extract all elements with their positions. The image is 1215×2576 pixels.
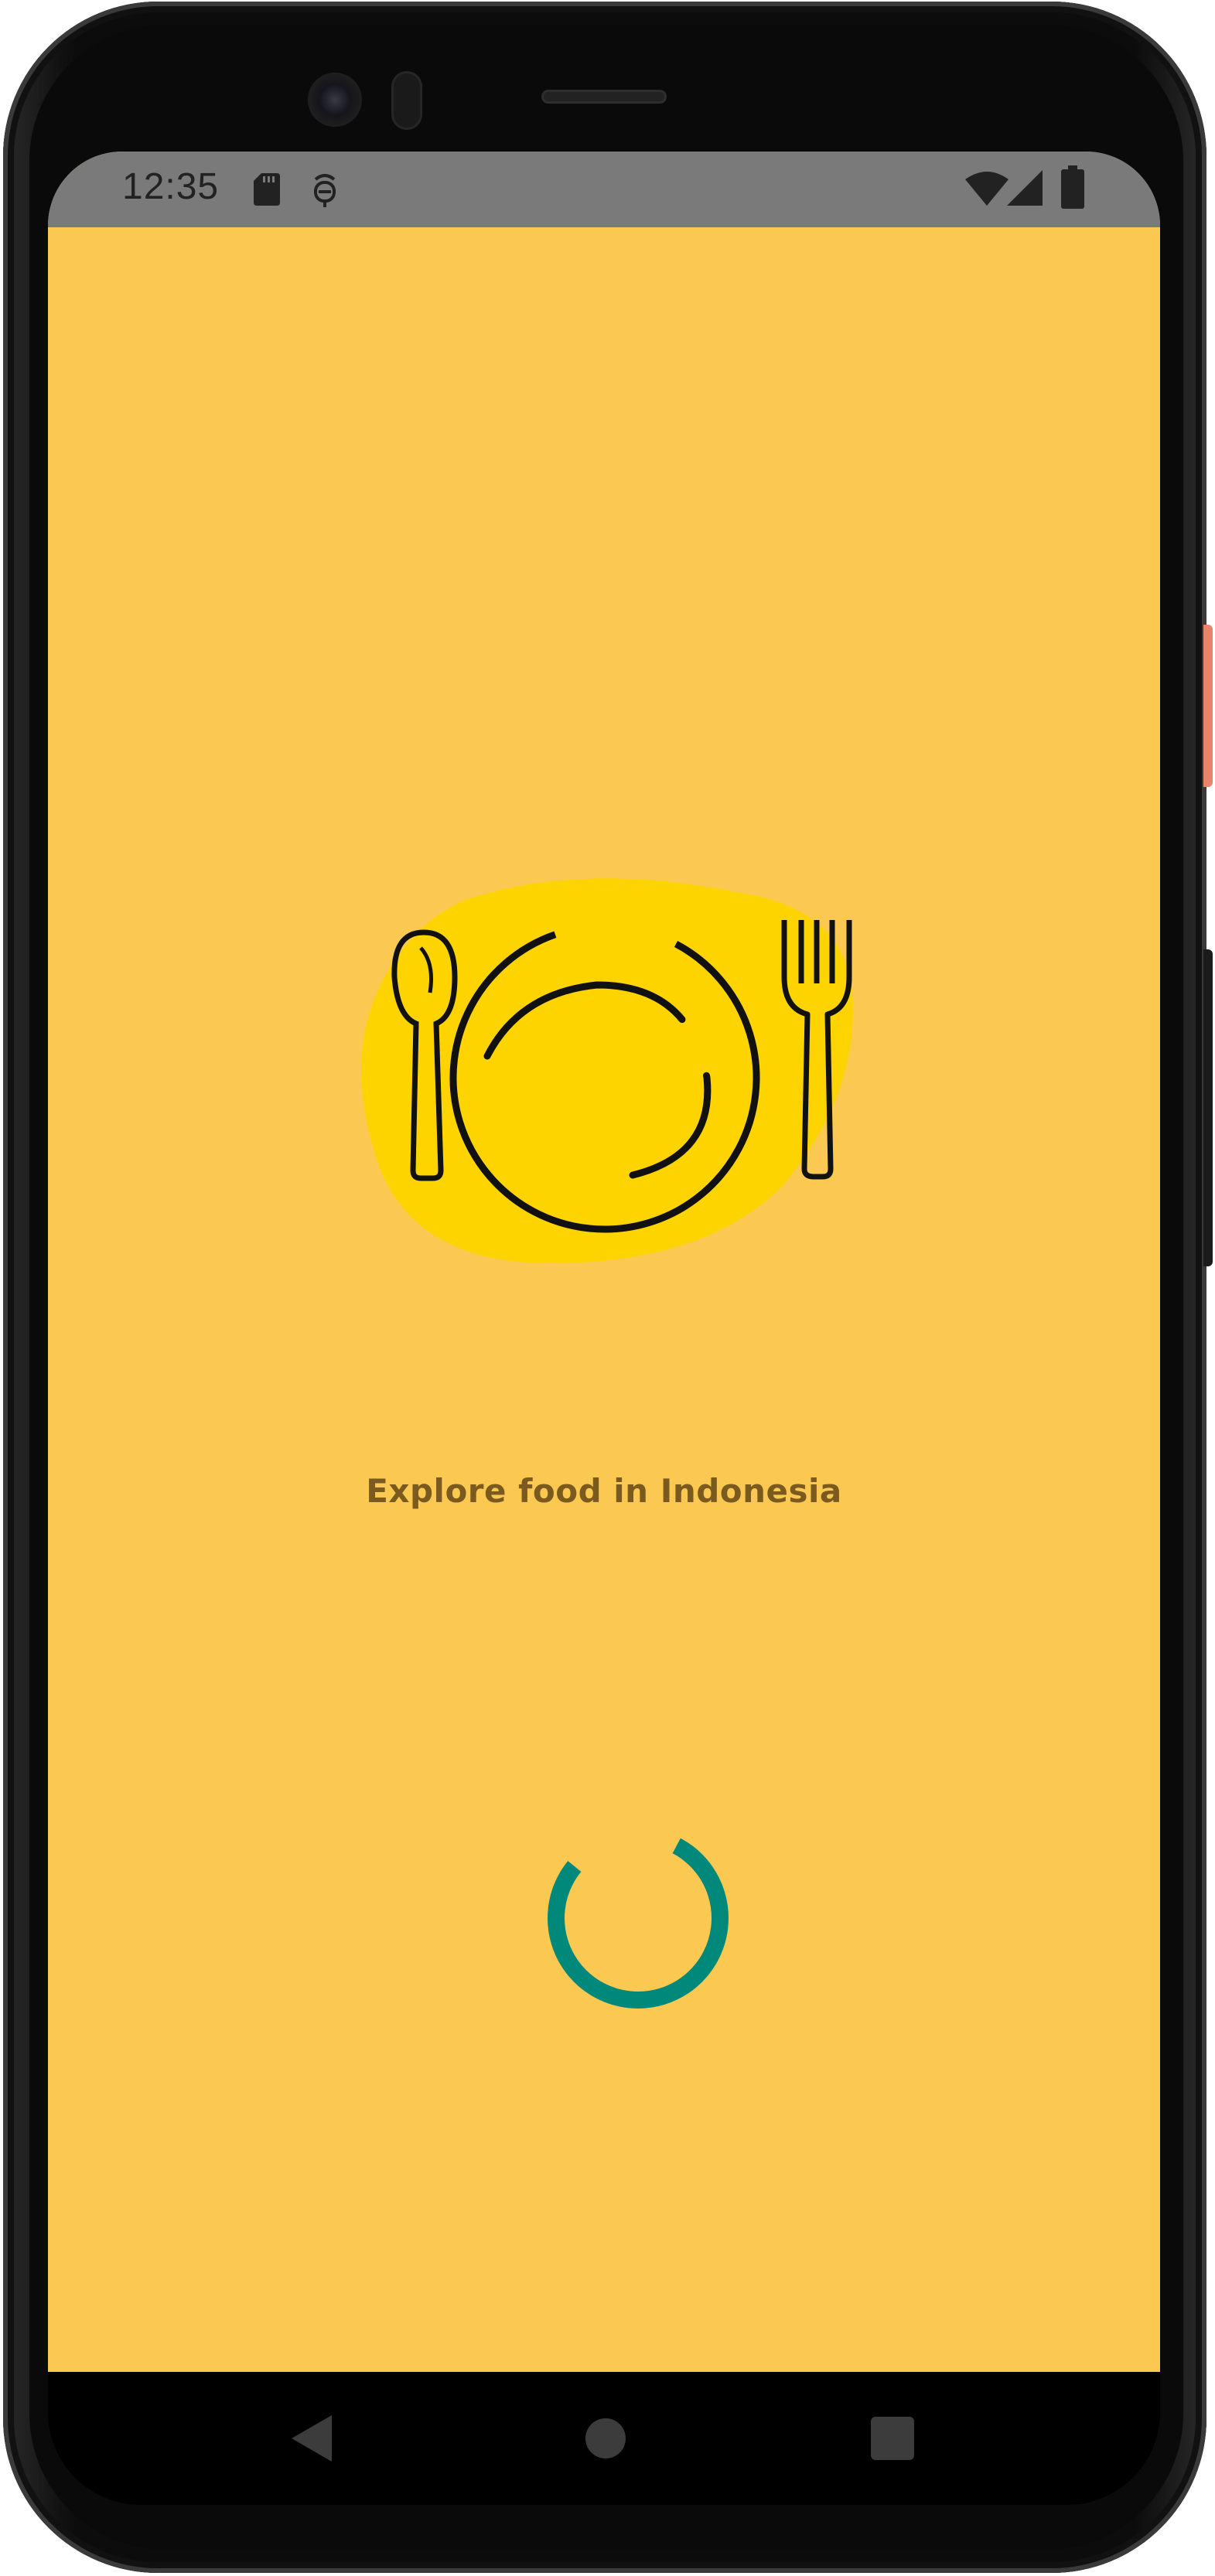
proximity-sensor [391, 71, 422, 130]
volume-button[interactable] [1203, 949, 1213, 1266]
recents-icon[interactable] [871, 2417, 914, 2460]
signal-icon [1007, 170, 1043, 206]
navigation-bar [48, 2372, 1160, 2505]
home-icon[interactable] [584, 2417, 627, 2460]
tagline: Explore food in Indonesia [366, 1472, 842, 1510]
status-bar: 12:35 [48, 152, 1160, 227]
status-time: 12:35 [122, 166, 220, 207]
splash-screen: Explore food in Indonesia [48, 227, 1160, 2372]
assistant-icon [314, 174, 336, 207]
plate-spoon-fork-icon [361, 878, 853, 1263]
sd-card-icon [254, 173, 280, 206]
loading-spinner-icon [548, 1828, 729, 2009]
device-mockup: 12:35 Explore food in Indonesia [0, 0, 1215, 2576]
back-icon[interactable] [288, 2414, 335, 2463]
front-camera-icon [308, 73, 362, 127]
wifi-icon [965, 172, 1009, 206]
power-button[interactable] [1203, 625, 1213, 787]
earpiece-speaker [541, 90, 667, 104]
screen: 12:35 Explore food in Indonesia [48, 152, 1160, 2372]
battery-icon [1061, 165, 1084, 209]
